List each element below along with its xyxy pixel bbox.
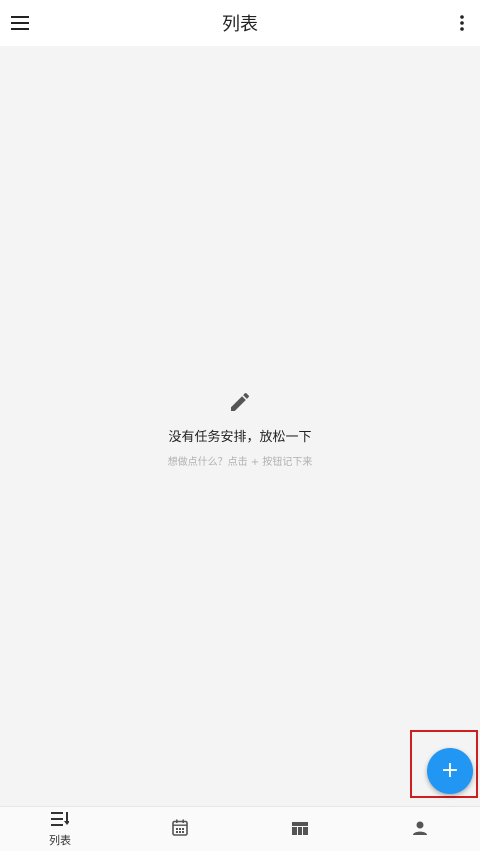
pencil-icon: [228, 390, 252, 418]
empty-message: 没有任务安排，放松一下: [168, 430, 312, 445]
nav-item-profile[interactable]: [360, 807, 480, 851]
empty-hint: 想做点什么？点击 + 按钮记下来: [167, 457, 313, 468]
empty-state: 没有任务安排，放松一下 想做点什么？点击 + 按钮记下来: [0, 390, 480, 468]
nav-item-list[interactable]: 列表: [0, 807, 120, 851]
calendar-icon: [172, 819, 188, 840]
nav-label-list: 列表: [49, 833, 71, 847]
add-task-button[interactable]: +: [427, 748, 473, 794]
menu-icon[interactable]: [8, 11, 32, 35]
person-icon: [413, 820, 427, 839]
nav-item-board[interactable]: [240, 807, 360, 851]
top-app-bar: 列表: [0, 0, 480, 46]
more-vert-icon[interactable]: [450, 11, 474, 35]
board-icon: [292, 820, 308, 839]
nav-item-calendar[interactable]: [120, 807, 240, 851]
bottom-navigation: 列表: [0, 806, 480, 851]
app-root: 列表 没有任务安排，放松一下 想做点什么？点击 + 按钮记下来 + 列表: [0, 0, 480, 851]
list-icon: [51, 811, 70, 830]
task-list-area: 没有任务安排，放松一下 想做点什么？点击 + 按钮记下来: [0, 46, 480, 806]
add-icon: +: [440, 758, 460, 783]
page-title: 列表: [222, 14, 258, 35]
